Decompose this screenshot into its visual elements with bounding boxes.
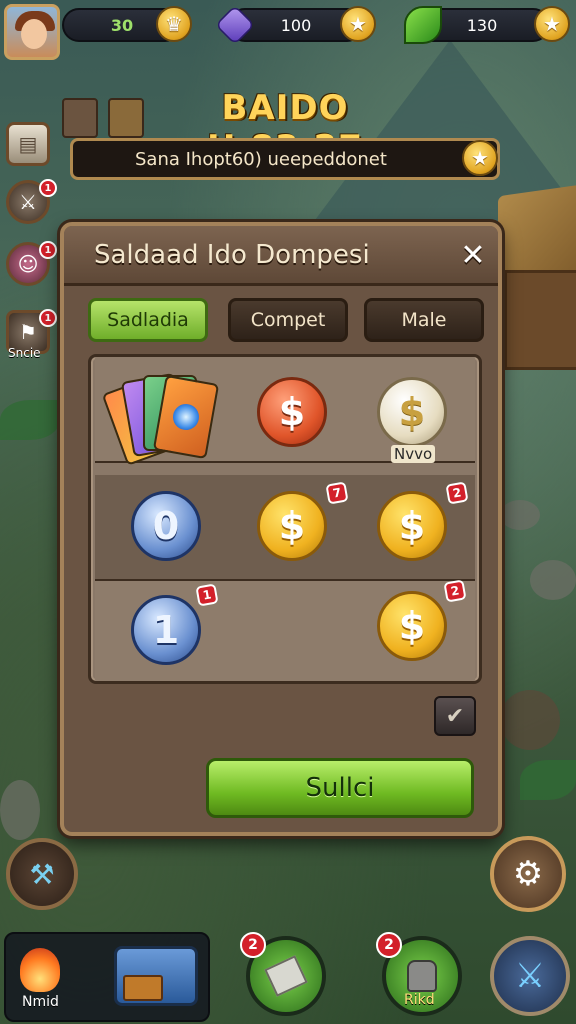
fire-icon: [20, 948, 60, 992]
background-leaf: [0, 400, 60, 440]
star-icon: ★: [471, 146, 489, 170]
confirm-button-label: Sullci: [305, 773, 375, 803]
sword-icon: ⚔: [514, 956, 546, 996]
item-count-badge: 2: [445, 481, 469, 505]
gem-add-button[interactable]: ★: [340, 6, 376, 42]
sidebar-item-hero[interactable]: ☺ 1: [6, 241, 57, 286]
portrait-frame: [62, 98, 98, 138]
inventory-slot-label: Nmid: [22, 994, 59, 1010]
inventory-slot[interactable]: Nmid: [4, 932, 210, 1022]
golem-icon: [407, 960, 437, 992]
dollar-icon: $: [278, 504, 306, 548]
background-stone: [500, 500, 540, 530]
background-hut: [498, 183, 576, 380]
dollar-icon: $: [398, 390, 426, 434]
dollar-icon: $: [278, 390, 306, 434]
gear-icon: ⚙: [512, 854, 544, 894]
close-button[interactable]: ✕: [456, 237, 490, 273]
leaf-value: 130: [466, 15, 498, 35]
confirm-button[interactable]: Sullci: [206, 758, 474, 818]
chest-lid-icon: [123, 975, 163, 1001]
sidebar-item-quest-label: Sncie: [8, 346, 41, 360]
reward-row: 0 $ 7 $ 2: [95, 475, 475, 581]
event-info-button[interactable]: ★: [462, 140, 498, 176]
star-icon: ★: [349, 12, 367, 36]
sidebar-item-battle[interactable]: ⚔ 1: [6, 179, 57, 224]
close-icon: ✕: [460, 237, 486, 273]
gold-coin-item[interactable]: $: [377, 491, 447, 561]
red-coin-item[interactable]: $: [257, 377, 327, 447]
sword-shield-icon: ⚔: [19, 190, 37, 214]
sidebar-badge: 1: [39, 241, 57, 259]
gold-value: 30: [110, 15, 134, 35]
green-leaf-icon: [404, 6, 442, 44]
crafting-button[interactable]: ⚒: [6, 838, 78, 910]
sidebar-badge: 1: [39, 309, 57, 327]
dollar-icon: $: [398, 504, 426, 548]
sidebar-badge: 1: [39, 179, 57, 197]
battle-button[interactable]: ⚔: [490, 936, 570, 1016]
tab-label: Sadladia: [107, 309, 189, 331]
craft-badge: 2: [240, 932, 266, 958]
gold-coin-item[interactable]: $: [377, 591, 447, 661]
gem-value: 100: [280, 15, 312, 35]
blue-flame-icon: [170, 401, 202, 433]
item-count-badge: 2: [443, 579, 467, 603]
quest-icon: ⚑: [19, 320, 37, 344]
tab-label: Male: [401, 309, 447, 331]
dialog-title: Saldaad Ido Dompesi: [94, 240, 370, 270]
hero-portrait-icon: ☺: [17, 252, 39, 276]
coin-label: Nvvo: [391, 445, 436, 463]
coin-symbol: 1: [152, 608, 180, 652]
coin-symbol: 0: [152, 504, 180, 548]
silver-coin-item[interactable]: $: [377, 377, 447, 447]
gold-add-button[interactable]: ♛: [156, 6, 192, 42]
portrait-frame: [108, 98, 144, 138]
reward-row: 1 1 $ 2: [95, 579, 475, 681]
item-count-badge: 7: [325, 481, 349, 505]
chest-icon: [114, 946, 198, 1006]
leaf-add-button[interactable]: ★: [534, 6, 570, 42]
settings-button[interactable]: ⚙: [490, 836, 566, 912]
gold-coin-item[interactable]: $: [257, 491, 327, 561]
background-leaf: [520, 760, 576, 800]
event-subtitle: Sana Ihopt60) ueepeddonet: [135, 148, 387, 170]
reward-grid: $ $ Nvvo 0 $ 7 $ 2 1 1 $ 2: [88, 354, 482, 684]
dollar-icon: $: [398, 604, 426, 648]
reward-row: $ $ Nvvo: [95, 357, 475, 466]
confirm-checkbox[interactable]: ✔: [434, 696, 476, 736]
bottom-bar: Nmid 2 Rikd 2 ⚔: [0, 932, 576, 1024]
card-icon: [152, 374, 220, 460]
tab-compet[interactable]: Compet: [228, 298, 348, 342]
crown-shield-icon: ♛: [165, 12, 183, 36]
item-count-badge: 1: [195, 583, 219, 607]
axe-icon: ⚒: [29, 857, 55, 891]
checkmark-icon: ✔: [445, 703, 465, 729]
blue-coin-item[interactable]: 1: [131, 595, 201, 665]
star-icon: ★: [543, 12, 561, 36]
event-subtitle-bar: Sana Ihopt60) ueepeddonet: [70, 138, 500, 180]
summon-badge: 2: [376, 932, 402, 958]
background-stone: [530, 560, 576, 600]
shop-dialog: Saldaad Ido Dompesi ✕ Sadladia Compet Ma…: [60, 222, 502, 836]
blue-coin-item[interactable]: 0: [131, 491, 201, 561]
background-pot: [500, 690, 560, 750]
tab-label: Compet: [250, 309, 326, 331]
tab-sadladia[interactable]: Sadladia: [88, 298, 208, 342]
background-stone: [0, 780, 40, 840]
scroll-icon: ▤: [18, 132, 38, 156]
stone-block-icon: [264, 955, 308, 997]
sidebar-item-scroll[interactable]: ▤: [6, 122, 50, 166]
tab-male[interactable]: Male: [364, 298, 484, 342]
card-pack-item[interactable]: [101, 369, 229, 466]
avatar-face: [21, 19, 47, 49]
player-avatar[interactable]: [4, 4, 60, 60]
dialog-header: Saldaad Ido Dompesi ✕: [64, 226, 498, 286]
summon-button-label: Rikd: [404, 992, 435, 1008]
